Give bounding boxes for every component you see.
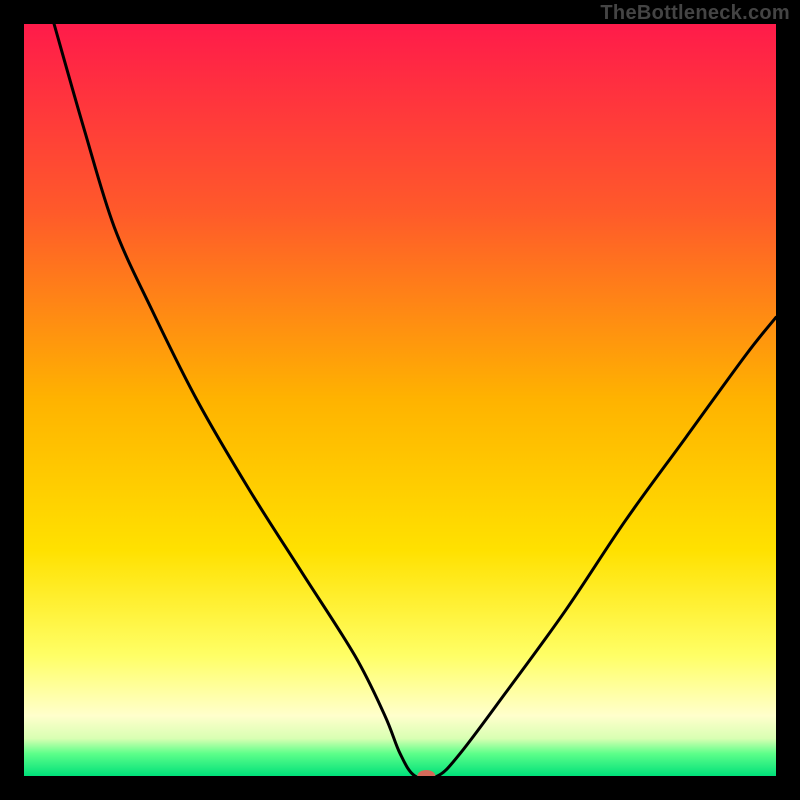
watermark-text: TheBottleneck.com	[600, 2, 790, 25]
gradient-background	[24, 24, 776, 776]
plot-area	[24, 24, 776, 776]
chart-svg	[24, 24, 776, 776]
chart-stage: TheBottleneck.com	[0, 0, 800, 800]
